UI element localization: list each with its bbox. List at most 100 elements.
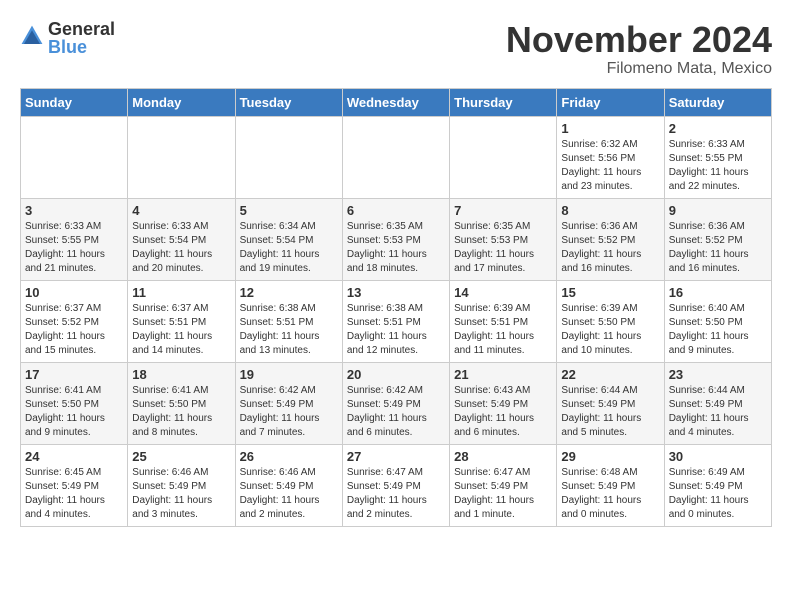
day-info: Sunrise: 6:42 AM Sunset: 5:49 PM Dayligh… — [240, 384, 338, 440]
day-info: Sunrise: 6:36 AM Sunset: 5:52 PM Dayligh… — [561, 220, 659, 276]
calendar-cell — [235, 116, 342, 198]
month-title: November 2024 — [506, 20, 772, 60]
day-number: 12 — [240, 285, 338, 300]
day-number: 22 — [561, 367, 659, 382]
calendar-cell: 17 Sunrise: 6:41 AM Sunset: 5:50 PM Dayli… — [21, 362, 128, 444]
calendar-body: 1 Sunrise: 6:32 AM Sunset: 5:56 PM Daylig… — [21, 116, 772, 526]
calendar-cell — [342, 116, 449, 198]
calendar-cell: 24Sunrise: 6:45 AM Sunset: 5:49 PM Dayli… — [21, 444, 128, 526]
day-number: 14 — [454, 285, 552, 300]
title-section: November 2024 Filomeno Mata, Mexico — [506, 20, 772, 78]
week-row-4: 17 Sunrise: 6:41 AM Sunset: 5:50 PM Dayli… — [21, 362, 772, 444]
day-info: Sunrise: 6:44 AM Sunset: 5:49 PM Dayligh… — [561, 384, 659, 440]
day-number: 15 — [561, 285, 659, 300]
day-info: Sunrise: 6:47 AM Sunset: 5:49 PM Dayligh… — [347, 466, 445, 522]
day-info: Sunrise: 6:42 AM Sunset: 5:49 PM Dayligh… — [347, 384, 445, 440]
week-row-2: 3Sunrise: 6:33 AM Sunset: 5:55 PM Daylig… — [21, 198, 772, 280]
day-number: 27 — [347, 449, 445, 464]
day-number: 18 — [132, 367, 230, 382]
day-number: 20 — [347, 367, 445, 382]
day-info: Sunrise: 6:37 AM Sunset: 5:51 PM Dayligh… — [132, 302, 230, 358]
logo: General Blue — [20, 20, 115, 56]
day-info: Sunrise: 6:33 AM Sunset: 5:55 PM Dayligh… — [25, 220, 123, 276]
column-header-saturday: Saturday — [664, 88, 771, 116]
day-number: 13 — [347, 285, 445, 300]
day-info: Sunrise: 6:35 AM Sunset: 5:53 PM Dayligh… — [454, 220, 552, 276]
header-row: SundayMondayTuesdayWednesdayThursdayFrid… — [21, 88, 772, 116]
calendar-cell: 21 Sunrise: 6:43 AM Sunset: 5:49 PM Dayli… — [450, 362, 557, 444]
column-header-thursday: Thursday — [450, 88, 557, 116]
calendar-cell: 12 Sunrise: 6:38 AM Sunset: 5:51 PM Dayli… — [235, 280, 342, 362]
calendar-cell: 1 Sunrise: 6:32 AM Sunset: 5:56 PM Daylig… — [557, 116, 664, 198]
day-number: 6 — [347, 203, 445, 218]
calendar-cell: 30Sunrise: 6:49 AM Sunset: 5:49 PM Dayli… — [664, 444, 771, 526]
day-info: Sunrise: 6:37 AM Sunset: 5:52 PM Dayligh… — [25, 302, 123, 358]
calendar-cell — [450, 116, 557, 198]
day-info: Sunrise: 6:40 AM Sunset: 5:50 PM Dayligh… — [669, 302, 767, 358]
day-info: Sunrise: 6:36 AM Sunset: 5:52 PM Dayligh… — [669, 220, 767, 276]
calendar-cell: 13 Sunrise: 6:38 AM Sunset: 5:51 PM Dayli… — [342, 280, 449, 362]
day-info: Sunrise: 6:41 AM Sunset: 5:50 PM Dayligh… — [132, 384, 230, 440]
week-row-5: 24Sunrise: 6:45 AM Sunset: 5:49 PM Dayli… — [21, 444, 772, 526]
calendar-cell: 10 Sunrise: 6:37 AM Sunset: 5:52 PM Dayli… — [21, 280, 128, 362]
calendar-cell: 7 Sunrise: 6:35 AM Sunset: 5:53 PM Daylig… — [450, 198, 557, 280]
day-info: Sunrise: 6:46 AM Sunset: 5:49 PM Dayligh… — [240, 466, 338, 522]
day-info: Sunrise: 6:39 AM Sunset: 5:50 PM Dayligh… — [561, 302, 659, 358]
day-number: 1 — [561, 121, 659, 136]
calendar-cell — [128, 116, 235, 198]
day-info: Sunrise: 6:33 AM Sunset: 5:55 PM Dayligh… — [669, 138, 767, 194]
day-number: 19 — [240, 367, 338, 382]
day-number: 26 — [240, 449, 338, 464]
day-number: 5 — [240, 203, 338, 218]
week-row-1: 1 Sunrise: 6:32 AM Sunset: 5:56 PM Daylig… — [21, 116, 772, 198]
day-info: Sunrise: 6:35 AM Sunset: 5:53 PM Dayligh… — [347, 220, 445, 276]
calendar-cell: 18 Sunrise: 6:41 AM Sunset: 5:50 PM Dayli… — [128, 362, 235, 444]
calendar-cell: 3Sunrise: 6:33 AM Sunset: 5:55 PM Daylig… — [21, 198, 128, 280]
calendar-cell: 16 Sunrise: 6:40 AM Sunset: 5:50 PM Dayli… — [664, 280, 771, 362]
day-number: 28 — [454, 449, 552, 464]
day-info: Sunrise: 6:47 AM Sunset: 5:49 PM Dayligh… — [454, 466, 552, 522]
day-info: Sunrise: 6:48 AM Sunset: 5:49 PM Dayligh… — [561, 466, 659, 522]
day-number: 7 — [454, 203, 552, 218]
calendar-cell: 8 Sunrise: 6:36 AM Sunset: 5:52 PM Daylig… — [557, 198, 664, 280]
location-title: Filomeno Mata, Mexico — [506, 60, 772, 78]
day-number: 2 — [669, 121, 767, 136]
calendar-cell: 15 Sunrise: 6:39 AM Sunset: 5:50 PM Dayli… — [557, 280, 664, 362]
calendar-cell: 23Sunrise: 6:44 AM Sunset: 5:49 PM Dayli… — [664, 362, 771, 444]
calendar-table: SundayMondayTuesdayWednesdayThursdayFrid… — [20, 88, 772, 527]
day-info: Sunrise: 6:38 AM Sunset: 5:51 PM Dayligh… — [347, 302, 445, 358]
week-row-3: 10 Sunrise: 6:37 AM Sunset: 5:52 PM Dayli… — [21, 280, 772, 362]
calendar-cell: 20 Sunrise: 6:42 AM Sunset: 5:49 PM Dayli… — [342, 362, 449, 444]
calendar-cell: 26 Sunrise: 6:46 AM Sunset: 5:49 PM Dayli… — [235, 444, 342, 526]
day-info: Sunrise: 6:39 AM Sunset: 5:51 PM Dayligh… — [454, 302, 552, 358]
day-number: 25 — [132, 449, 230, 464]
day-number: 11 — [132, 285, 230, 300]
page-header: General Blue November 2024 Filomeno Mata… — [20, 20, 772, 78]
day-number: 10 — [25, 285, 123, 300]
column-header-wednesday: Wednesday — [342, 88, 449, 116]
day-info: Sunrise: 6:38 AM Sunset: 5:51 PM Dayligh… — [240, 302, 338, 358]
calendar-cell: 14 Sunrise: 6:39 AM Sunset: 5:51 PM Dayli… — [450, 280, 557, 362]
day-info: Sunrise: 6:33 AM Sunset: 5:54 PM Dayligh… — [132, 220, 230, 276]
calendar-cell — [21, 116, 128, 198]
day-info: Sunrise: 6:32 AM Sunset: 5:56 PM Dayligh… — [561, 138, 659, 194]
day-number: 16 — [669, 285, 767, 300]
column-header-friday: Friday — [557, 88, 664, 116]
column-header-tuesday: Tuesday — [235, 88, 342, 116]
day-number: 9 — [669, 203, 767, 218]
logo-icon — [20, 24, 44, 48]
day-number: 21 — [454, 367, 552, 382]
calendar-cell: 9 Sunrise: 6:36 AM Sunset: 5:52 PM Daylig… — [664, 198, 771, 280]
day-info: Sunrise: 6:34 AM Sunset: 5:54 PM Dayligh… — [240, 220, 338, 276]
day-info: Sunrise: 6:45 AM Sunset: 5:49 PM Dayligh… — [25, 466, 123, 522]
day-number: 8 — [561, 203, 659, 218]
day-number: 23 — [669, 367, 767, 382]
calendar-cell: 4Sunrise: 6:33 AM Sunset: 5:54 PM Daylig… — [128, 198, 235, 280]
day-number: 30 — [669, 449, 767, 464]
calendar-cell: 6 Sunrise: 6:35 AM Sunset: 5:53 PM Daylig… — [342, 198, 449, 280]
day-info: Sunrise: 6:41 AM Sunset: 5:50 PM Dayligh… — [25, 384, 123, 440]
calendar-cell: 27 Sunrise: 6:47 AM Sunset: 5:49 PM Dayli… — [342, 444, 449, 526]
day-number: 29 — [561, 449, 659, 464]
day-number: 17 — [25, 367, 123, 382]
day-info: Sunrise: 6:43 AM Sunset: 5:49 PM Dayligh… — [454, 384, 552, 440]
